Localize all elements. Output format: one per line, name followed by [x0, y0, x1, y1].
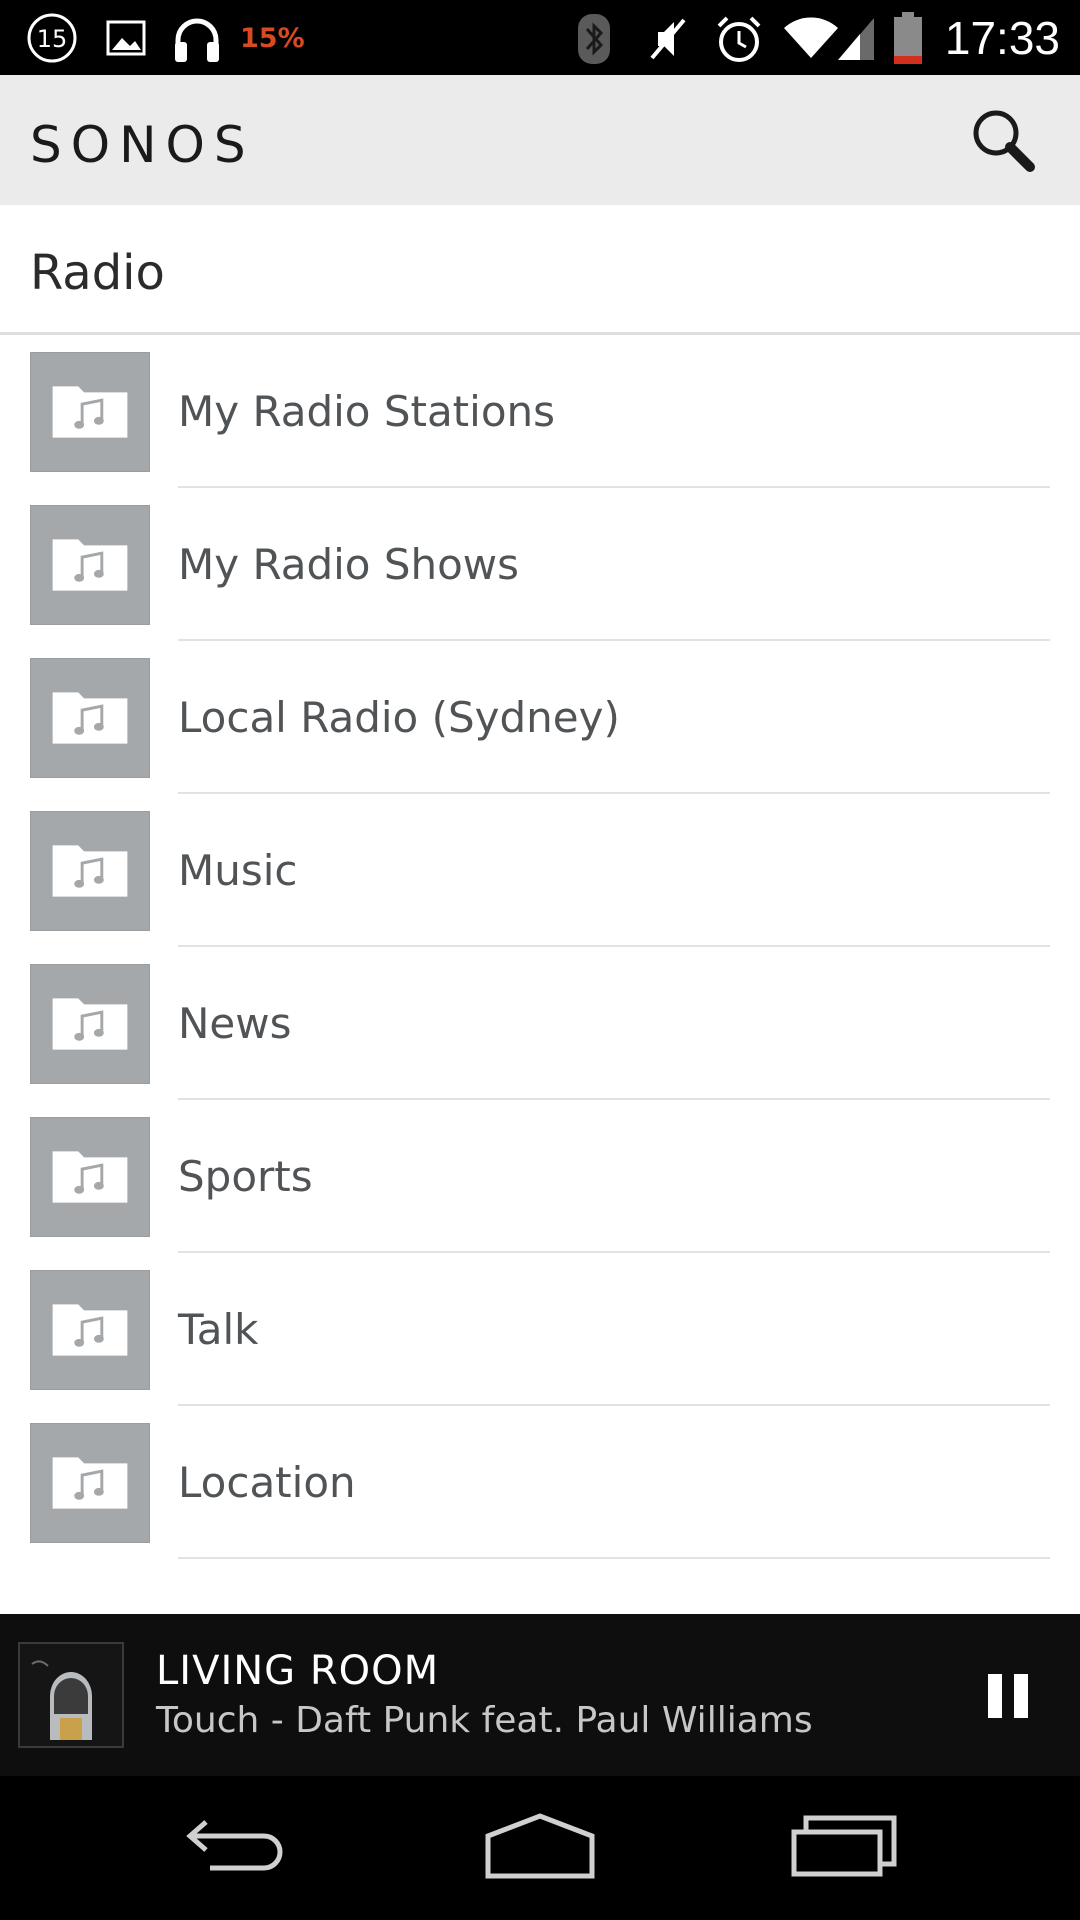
status-bar: 15 15% 17:33 [0, 0, 1080, 75]
music-folder-icon [30, 658, 150, 778]
album-art[interactable] [18, 1642, 124, 1748]
mute-icon [644, 12, 690, 68]
music-folder-icon [30, 964, 150, 1084]
list-item-label: Music [178, 846, 298, 895]
bluetooth-icon [576, 12, 612, 68]
clock: 17:33 [944, 12, 1060, 64]
list-item-sports[interactable]: Sports [0, 1117, 1080, 1270]
list-item-music[interactable]: Music [0, 811, 1080, 964]
battery-icon [892, 10, 924, 66]
music-folder-icon [30, 505, 150, 625]
divider [178, 639, 1050, 641]
list-item-local-radio[interactable]: Local Radio (Sydney) [0, 658, 1080, 811]
divider [178, 486, 1050, 488]
divider [178, 945, 1050, 947]
now-playing-room: LIVING ROOM [156, 1648, 440, 1694]
pause-icon [988, 1674, 1028, 1718]
now-playing-track: Touch - Daft Punk feat. Paul Williams [156, 1700, 813, 1741]
recent-apps-icon [791, 1815, 897, 1877]
image-icon [104, 16, 148, 72]
search-button[interactable] [968, 105, 1040, 177]
list-item-label: My Radio Shows [178, 540, 520, 589]
music-folder-icon [30, 1423, 150, 1543]
notification-count: 15 [37, 25, 68, 53]
search-icon [973, 110, 1035, 172]
music-folder-icon [30, 1117, 150, 1237]
divider [178, 1557, 1050, 1559]
radio-category-list: My Radio Stations My Radio Shows Local R… [0, 352, 1080, 1576]
home-icon [485, 1813, 595, 1879]
page-header: Radio [0, 205, 1080, 335]
battery-percent: 15% [240, 23, 305, 54]
list-item-my-radio-shows[interactable]: My Radio Shows [0, 505, 1080, 658]
back-button[interactable] [180, 1806, 300, 1886]
pause-button[interactable] [972, 1660, 1044, 1732]
system-nav-bar [0, 1776, 1080, 1920]
list-item-my-radio-stations[interactable]: My Radio Stations [0, 352, 1080, 505]
list-item-label: News [178, 999, 292, 1048]
list-item-location[interactable]: Location [0, 1423, 1080, 1576]
list-item-label: Talk [178, 1305, 259, 1354]
divider [178, 1404, 1050, 1406]
list-item-label: Sports [178, 1152, 313, 1201]
divider [178, 792, 1050, 794]
music-folder-icon [30, 811, 150, 931]
home-button[interactable] [480, 1806, 600, 1886]
sonos-logo: SONOS [30, 116, 255, 174]
divider [178, 1251, 1050, 1253]
back-icon [186, 1820, 283, 1871]
headphones-icon [170, 12, 224, 68]
app-bar: SONOS [0, 75, 1080, 205]
divider [178, 1098, 1050, 1100]
list-item-talk[interactable]: Talk [0, 1270, 1080, 1423]
alarm-icon [714, 12, 764, 68]
signal-icon [836, 14, 876, 70]
music-folder-icon [30, 352, 150, 472]
list-item-label: Local Radio (Sydney) [178, 693, 620, 742]
music-folder-icon [30, 1270, 150, 1390]
page-title: Radio [30, 245, 165, 301]
list-item-label: My Radio Stations [178, 387, 556, 436]
list-item-news[interactable]: News [0, 964, 1080, 1117]
recent-apps-button[interactable] [784, 1806, 904, 1886]
list-item-label: Location [178, 1458, 356, 1507]
now-playing-bar[interactable]: LIVING ROOM Touch - Daft Punk feat. Paul… [0, 1614, 1080, 1776]
wifi-icon [782, 12, 840, 68]
notification-count-icon: 15 [26, 12, 78, 64]
